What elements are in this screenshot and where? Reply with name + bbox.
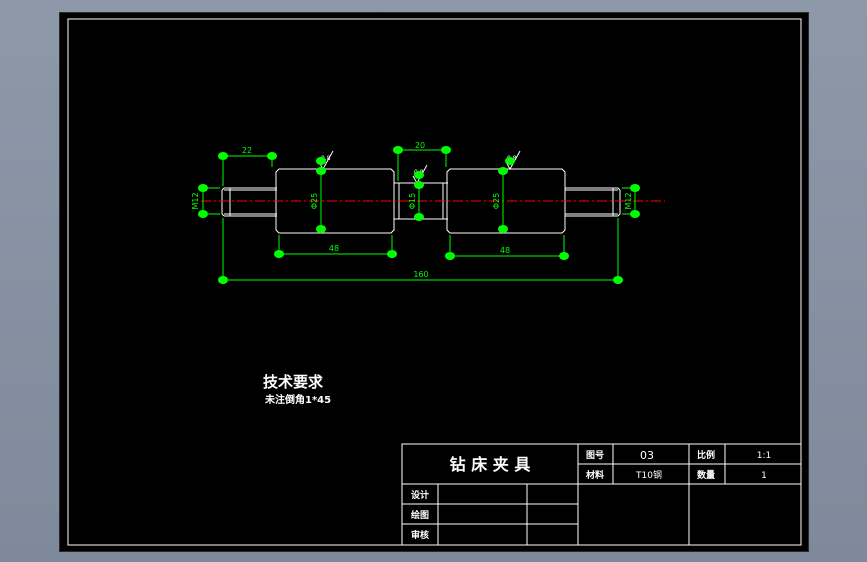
- grip-handle[interactable]: [630, 184, 640, 192]
- grip-handle[interactable]: [445, 252, 455, 260]
- grip-handle[interactable]: [387, 250, 397, 258]
- grip-handle[interactable]: [218, 152, 228, 160]
- quantity-label: 数量: [697, 469, 715, 481]
- grip-handle[interactable]: [498, 225, 508, 233]
- part-name: 钻 床 夹 具: [450, 455, 531, 474]
- grip-handle[interactable]: [274, 250, 284, 258]
- grip-handle[interactable]: [505, 157, 515, 165]
- dim-20-label: 20: [415, 141, 425, 150]
- design-label: 设计: [411, 489, 429, 501]
- dim-48-left-label: 48: [329, 244, 339, 253]
- drawing-frame: [67, 18, 802, 546]
- grip-handle[interactable]: [414, 171, 424, 179]
- grip-handle[interactable]: [316, 225, 326, 233]
- grip-handle[interactable]: [393, 146, 403, 154]
- scale-label: 比例: [697, 449, 715, 461]
- dim-phi25-left-label: Φ25: [310, 193, 319, 209]
- material-label: 材料: [585, 469, 604, 481]
- dimensions: 22 20 48 48 160 M12 Φ25 Φ15 Φ25 M12: [191, 141, 639, 284]
- right-thread-section: [565, 187, 621, 217]
- scale-value: 1:1: [757, 451, 771, 461]
- notes-title: 技术要求: [263, 373, 324, 391]
- dim-phi25-right-label: Φ25: [492, 193, 501, 209]
- grip-handle[interactable]: [218, 276, 228, 284]
- grip-handle[interactable]: [630, 210, 640, 218]
- title-block: 钻 床 夹 具 图号 03 比例 1:1 材料 T10钢 数量 1 设计 绘图 …: [401, 443, 802, 546]
- grip-handle[interactable]: [441, 146, 451, 154]
- draw-label: 绘图: [411, 509, 429, 521]
- cad-viewport[interactable]: 22 20 48 48 160 M12 Φ25 Φ15 Φ25 M12 0.8 …: [59, 12, 809, 552]
- right-thread-minor: [565, 189, 618, 215]
- notes-line-1: 未注倒角1*45: [264, 393, 331, 406]
- left-thread-minor: [224, 189, 277, 215]
- grip-handle[interactable]: [316, 167, 326, 175]
- dim-m12-left-label: M12: [191, 192, 200, 209]
- left-thread-section: [221, 187, 277, 217]
- grip-handle[interactable]: [559, 252, 569, 260]
- grip-handle[interactable]: [414, 181, 424, 189]
- grip-handle[interactable]: [267, 152, 277, 160]
- selection-grips[interactable]: [198, 146, 640, 284]
- dim-m12-right-label: M12: [624, 192, 633, 209]
- grip-handle[interactable]: [414, 213, 424, 221]
- grip-handle[interactable]: [498, 167, 508, 175]
- quantity-value: 1: [761, 471, 767, 481]
- dim-160-label: 160: [413, 270, 428, 279]
- grip-handle[interactable]: [198, 210, 208, 218]
- dim-22-label: 22: [242, 146, 252, 155]
- dim-phi15-label: Φ15: [408, 193, 417, 209]
- drawing-no-label: 图号: [586, 450, 604, 461]
- dim-48-right-label: 48: [500, 246, 510, 255]
- cad-drawing: 22 20 48 48 160 M12 Φ25 Φ15 Φ25 M12 0.8 …: [67, 18, 802, 546]
- grip-handle[interactable]: [198, 184, 208, 192]
- material-value: T10钢: [635, 469, 662, 481]
- review-label: 审核: [411, 529, 429, 541]
- drawing-no-value: 03: [640, 449, 654, 462]
- grip-handle[interactable]: [613, 276, 623, 284]
- grip-handle[interactable]: [316, 157, 326, 165]
